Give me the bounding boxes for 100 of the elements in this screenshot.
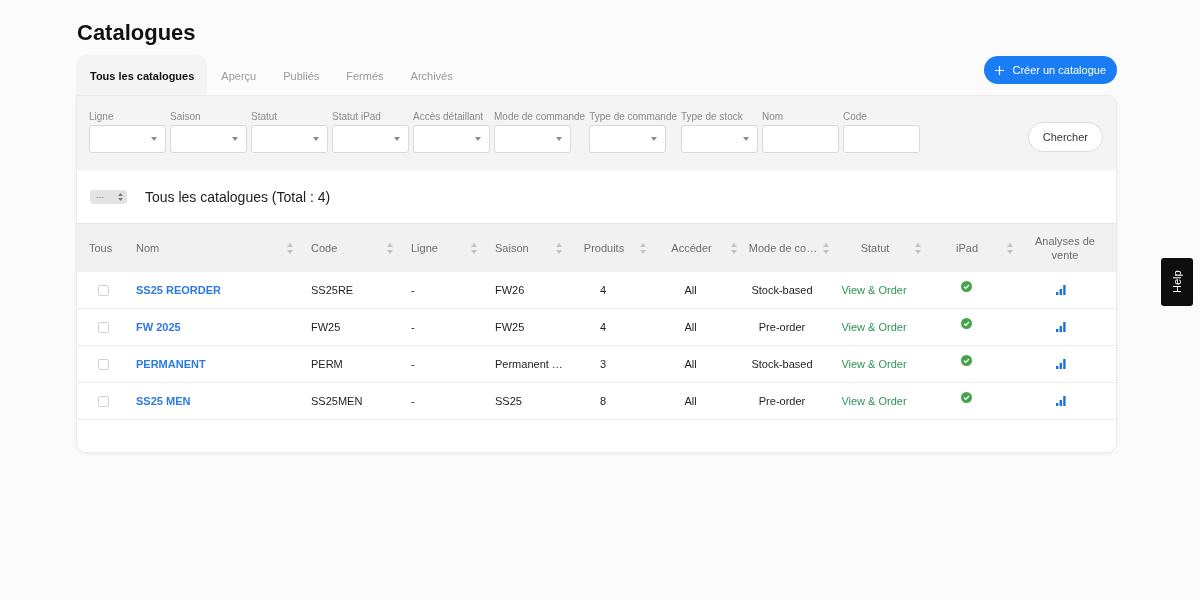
sort-icon[interactable]: [823, 242, 829, 254]
table-cell: 4: [599, 321, 607, 333]
create-catalogue-button[interactable]: Créer un catalogue: [984, 56, 1117, 84]
bar-chart-icon[interactable]: [1056, 396, 1066, 406]
table-cell: 8: [599, 395, 607, 407]
filter-input[interactable]: [762, 125, 839, 153]
filter-label: Code: [843, 111, 868, 123]
filter-select[interactable]: [89, 125, 166, 153]
table-cell: Pre-order: [758, 395, 806, 407]
caret-icon: [556, 137, 562, 141]
caret-icon: [151, 137, 157, 141]
table-cell: All: [684, 358, 697, 370]
row-checkbox[interactable]: [98, 395, 109, 407]
sort-icon[interactable]: [556, 242, 562, 254]
table-cell: FW25: [311, 321, 341, 333]
table-cell: -: [411, 321, 415, 333]
filter-select[interactable]: [170, 125, 247, 153]
caret-icon: [743, 137, 749, 141]
caret-icon: [394, 137, 400, 141]
filter-label: Mode de commande: [494, 111, 586, 123]
table-cell: -: [411, 284, 415, 296]
table-cell: FW25: [495, 321, 525, 333]
sort-icon[interactable]: [1007, 242, 1013, 254]
table-cell: SS25MEN: [311, 395, 363, 407]
catalogue-link[interactable]: SS25 REORDER: [136, 284, 221, 296]
filter-label: Statut: [251, 111, 279, 123]
filter-label: Statut iPad: [332, 111, 382, 123]
table-cell: SS25RE: [311, 284, 354, 296]
catalogue-link[interactable]: FW 2025: [136, 321, 181, 333]
page-size-select[interactable]: ---: [90, 189, 127, 204]
filter-label: Type de stock: [681, 111, 744, 123]
table-cell: All: [684, 321, 697, 333]
column-header[interactable]: Mode de co…: [743, 241, 823, 255]
column-header[interactable]: Statut: [835, 241, 915, 255]
bar-chart-icon[interactable]: [1056, 359, 1066, 369]
catalogue-link[interactable]: PERMANENT: [136, 358, 206, 370]
tab[interactable]: Aperçu: [207, 55, 270, 95]
list-heading: Tous les catalogues (Total : 4): [145, 188, 331, 205]
bar-chart-icon[interactable]: [1056, 285, 1066, 295]
column-header[interactable]: Ligne: [411, 241, 471, 255]
table-cell: Permanent …: [495, 358, 563, 370]
column-header[interactable]: Saison: [495, 241, 556, 255]
table-cell: All: [684, 395, 697, 407]
table-cell: 4: [599, 284, 607, 296]
column-header: Analyses de vente: [1034, 234, 1096, 262]
row-checkbox[interactable]: [98, 284, 109, 296]
catalogue-link[interactable]: SS25 MEN: [136, 395, 191, 407]
filter-select[interactable]: [494, 125, 571, 153]
table-cell: Pre-order: [758, 321, 806, 333]
filter-select[interactable]: [589, 125, 667, 153]
table-cell: Stock-based: [751, 284, 813, 296]
tab[interactable]: Publiés: [269, 55, 333, 95]
filter-select[interactable]: [413, 125, 490, 153]
search-button[interactable]: Chercher: [1027, 122, 1103, 152]
status-text: View & Order: [841, 395, 907, 407]
column-header[interactable]: Produits: [568, 241, 640, 255]
sort-icon[interactable]: [915, 242, 921, 254]
table-cell: 3: [599, 358, 607, 370]
filter-input[interactable]: [843, 125, 920, 153]
help-tab[interactable]: Help: [1161, 258, 1193, 306]
filter-label: Saison: [170, 111, 202, 123]
table-cell: FW26: [495, 284, 525, 296]
row-checkbox[interactable]: [98, 358, 109, 370]
page-title: Catalogues: [77, 20, 197, 46]
column-header[interactable]: iPad: [927, 241, 1007, 255]
filter-select[interactable]: [332, 125, 409, 153]
filter-label: Type de commande: [589, 111, 677, 123]
status-text: View & Order: [841, 358, 907, 370]
tab[interactable]: Fermés: [332, 55, 397, 95]
column-header[interactable]: Code: [311, 241, 387, 255]
table-cell: Stock-based: [751, 358, 813, 370]
sort-icon[interactable]: [640, 242, 646, 254]
tab[interactable]: Tous les catalogues: [76, 55, 208, 95]
bar-chart-icon[interactable]: [1056, 322, 1066, 332]
status-text: View & Order: [841, 321, 907, 333]
tab[interactable]: Archivés: [396, 55, 466, 95]
sort-icon[interactable]: [731, 242, 737, 254]
filter-label: Ligne: [89, 111, 115, 123]
table-cell: PERM: [311, 358, 343, 370]
row-checkbox[interactable]: [98, 321, 109, 333]
caret-icon: [651, 137, 658, 141]
filter-label: Accès détaillant: [413, 111, 485, 123]
caret-icon: [232, 137, 238, 141]
caret-icon: [313, 137, 319, 141]
status-text: View & Order: [841, 284, 907, 296]
plus-icon: [995, 65, 1005, 75]
column-header[interactable]: Nom: [136, 241, 287, 255]
table-cell: -: [411, 358, 415, 370]
table-cell: -: [411, 395, 415, 407]
filter-label: Nom: [762, 111, 785, 123]
sort-icon[interactable]: [387, 242, 393, 254]
table-cell: All: [684, 284, 697, 296]
updown-icon: [118, 192, 123, 201]
filter-select[interactable]: [681, 125, 758, 153]
column-header[interactable]: Accéder: [652, 241, 731, 255]
column-header: Tous: [89, 241, 114, 255]
filter-select[interactable]: [251, 125, 328, 153]
sort-icon[interactable]: [471, 242, 477, 254]
caret-icon: [475, 137, 481, 141]
sort-icon[interactable]: [287, 242, 293, 254]
